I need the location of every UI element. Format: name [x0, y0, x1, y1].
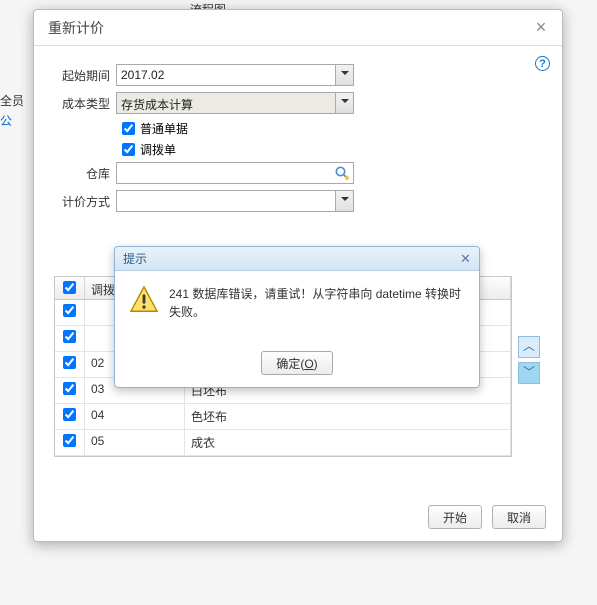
- row-checkbox[interactable]: [63, 304, 76, 317]
- select-all-checkbox[interactable]: [63, 281, 76, 294]
- move-up-button[interactable]: ︿: [518, 336, 540, 358]
- row-checkbox[interactable]: [63, 330, 76, 343]
- price-method-select[interactable]: [116, 190, 354, 212]
- chevron-down-icon[interactable]: [335, 191, 353, 211]
- error-alert-dialog: 提示 ✕ 241 数据库错误，请重试！从字符串向 datetime 转换时失败。…: [114, 246, 480, 388]
- dialog-title: 重新计价 ×: [34, 10, 562, 46]
- period-value: 2017.02: [121, 68, 164, 82]
- ordinary-doc-label: 普通单据: [140, 120, 188, 137]
- row-checkbox[interactable]: [63, 408, 76, 421]
- row-checkbox-cell: [55, 378, 85, 403]
- row-code: 05: [85, 430, 185, 455]
- alert-title: 提示: [123, 252, 147, 266]
- transfer-doc-checkbox[interactable]: [122, 143, 135, 156]
- cancel-button[interactable]: 取消: [492, 505, 546, 529]
- row-checkbox-cell: [55, 326, 85, 351]
- cost-type-value: 存货成本计算: [121, 96, 193, 113]
- close-icon[interactable]: ✕: [458, 251, 473, 266]
- transfer-doc-label: 调拨单: [140, 141, 176, 158]
- alert-message: 241 数据库错误，请重试！从字符串向 datetime 转换时失败。: [169, 285, 465, 321]
- row-checkbox-cell: [55, 352, 85, 377]
- table-row[interactable]: 05成衣: [55, 430, 511, 456]
- bg-member-text: 全员: [0, 92, 24, 109]
- alert-title-bar: 提示 ✕: [115, 247, 479, 271]
- row-name: 色坯布: [185, 404, 511, 429]
- ordinary-doc-checkbox[interactable]: [122, 122, 135, 135]
- period-select[interactable]: 2017.02: [116, 64, 354, 86]
- row-checkbox[interactable]: [63, 434, 76, 447]
- cost-type-label: 成本类型: [54, 95, 116, 112]
- row-checkbox[interactable]: [63, 382, 76, 395]
- start-button[interactable]: 开始: [428, 505, 482, 529]
- close-icon[interactable]: ×: [530, 16, 552, 38]
- ok-button[interactable]: 确定(O): [261, 351, 332, 375]
- table-row[interactable]: 04色坯布: [55, 404, 511, 430]
- row-code: 04: [85, 404, 185, 429]
- dialog-title-text: 重新计价: [48, 20, 104, 36]
- ok-suffix: ): [314, 357, 318, 371]
- price-method-label: 计价方式: [54, 193, 116, 210]
- help-icon[interactable]: ?: [535, 56, 550, 71]
- warehouse-label: 仓库: [54, 165, 116, 182]
- ok-key: O: [304, 357, 313, 371]
- bg-link-text[interactable]: 公: [0, 112, 12, 129]
- row-checkbox-cell: [55, 430, 85, 455]
- cost-type-select[interactable]: 存货成本计算: [116, 92, 354, 114]
- warehouse-input[interactable]: [116, 162, 354, 184]
- warning-icon: [129, 285, 159, 315]
- search-icon[interactable]: [334, 165, 350, 181]
- row-checkbox-cell: [55, 300, 85, 325]
- row-checkbox[interactable]: [63, 356, 76, 369]
- move-down-button[interactable]: ﹀: [518, 362, 540, 384]
- row-checkbox-cell: [55, 404, 85, 429]
- chevron-down-icon[interactable]: [335, 93, 353, 113]
- chevron-down-icon[interactable]: [335, 65, 353, 85]
- period-label: 起始期间: [54, 67, 116, 84]
- row-name: 成衣: [185, 430, 511, 455]
- table-header-checkbox[interactable]: [55, 277, 85, 299]
- ok-prefix: 确定(: [276, 357, 304, 371]
